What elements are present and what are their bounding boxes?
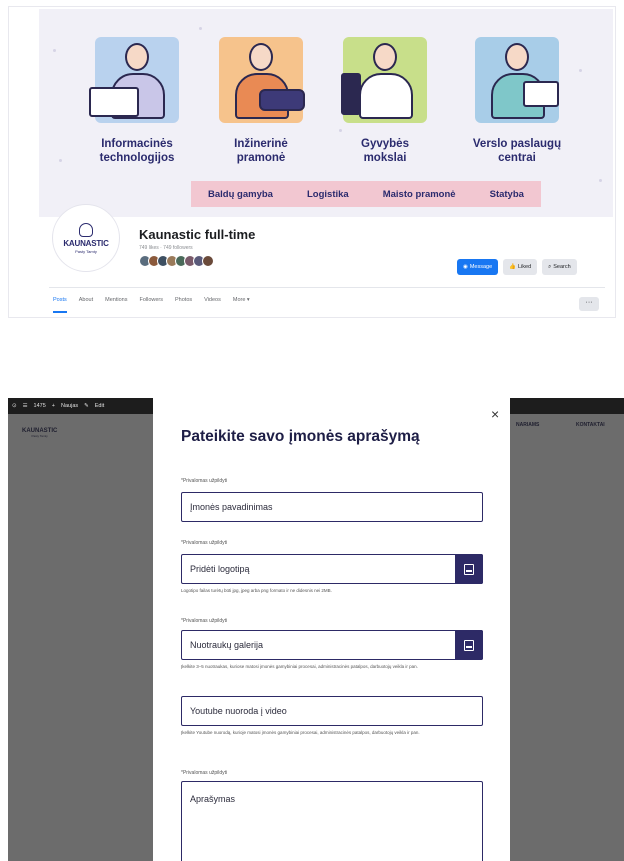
cover-dot [579,69,582,72]
company-name-field[interactable]: Įmonės pavadinimas [181,492,483,522]
category-caption: Informacinės technologijos [99,138,175,164]
illustration-scientist [339,29,431,127]
gallery-hint: Įkelkite 3–5 nuotraukas, kuriose matosi … [181,664,418,669]
ribbon-item: Statyba [489,188,524,200]
messenger-icon: ◉ [463,264,468,270]
message-button[interactable]: ◉ Message [457,259,499,275]
page-avatar[interactable]: KAUNASTIC Pasty Tamty [53,205,119,271]
modal-title: Pateikite savo įmonės aprašymą [181,428,420,445]
tab-followers[interactable]: Followers [139,297,163,313]
more-options-button[interactable]: ··· [579,297,599,311]
wordpress-icon[interactable]: ⊙ [12,403,17,409]
ribbon-item: Maisto pramonė [382,188,456,200]
friend-avatar[interactable] [202,255,214,267]
logo-upload-button[interactable] [455,554,483,584]
ribbon-item: Logistika [306,188,349,200]
search-icon: ⌕ [548,263,552,270]
tab-about[interactable]: About [79,297,93,313]
category-caption: Verslo paslaugų centrai [472,138,562,164]
cover-dot [53,49,56,52]
logo-hint: Logotipo failas turėtų būti jpg, jpeg ar… [181,588,332,593]
friend-avatars[interactable] [139,255,214,267]
required-label: *Privalomas užpildyti [181,770,228,776]
gallery-upload-button[interactable] [455,630,483,660]
required-label: *Privalomas užpildyti [181,618,228,624]
comments-icon[interactable]: ☰ [23,403,28,409]
avatar-logo-sub: Pasty Tamty [75,248,97,254]
search-button[interactable]: ⌕ Search [542,259,577,275]
close-icon[interactable]: × [491,406,499,422]
page-actions: ◉ Message 👍 Liked ⌕ Search [457,259,577,275]
gallery-upload-field[interactable]: Nuotraukų galerija [181,630,483,660]
company-description-modal: × Pateikite savo įmonės aprašymą *Prival… [153,398,510,861]
required-label: *Privalomas užpildyti [181,478,228,484]
divider [49,287,605,288]
youtube-hint: Įkelkite Youtube nuorodą, kurioje matosi… [181,730,420,735]
cover-dot [199,27,202,30]
plus-icon[interactable]: + [52,403,55,409]
industries-ribbon: Baldų gamyba Logistika Maisto pramonė St… [191,181,541,207]
required-label: *Privalomas užpildyti [181,540,228,546]
illustration-support-agent [471,29,563,127]
gallery-upload-placeholder: Nuotraukų galerija [190,640,264,650]
youtube-link-field[interactable]: Youtube nuoroda į video [181,696,483,726]
category-caption: Inžinerinė pramonė [234,138,288,164]
logo-upload-field[interactable]: Pridėti logotipą [181,554,483,584]
cover-dot [339,129,342,132]
page-followers[interactable]: 749 likes · 749 followers [139,245,193,251]
robot-logo-icon [79,222,93,237]
liked-button[interactable]: 👍 Liked [503,259,538,275]
illustration-engineer [215,29,307,127]
nav-contacts[interactable]: KONTAKTAI [576,422,605,428]
tab-photos[interactable]: Photos [175,297,192,313]
new-item-link[interactable]: Naujas [61,403,78,409]
category-caption: Gyvybės mokslai [361,138,409,164]
tab-posts[interactable]: Posts [53,297,67,313]
illustration-it-worker [89,29,183,127]
cover-dot [59,159,62,162]
page-title[interactable]: Kaunastic full-time [139,227,255,242]
facebook-page: Informacinės technologijos Inžinerinė pram… [8,6,616,318]
cover-dot [599,179,602,182]
tab-more[interactable]: More ▾ [233,297,250,313]
avatar-logo-text: KAUNASTIC [63,238,109,248]
edit-icon[interactable]: ✎ [84,403,89,409]
image-upload-icon [464,639,474,651]
thumbs-up-icon: 👍 [509,264,516,270]
ribbon-item: Baldų gamyba [208,188,273,200]
edit-link[interactable]: Edit [95,403,104,409]
image-upload-icon [464,563,474,575]
cover-image: Informacinės technologijos Inžinerinė pram… [39,9,613,217]
logo-upload-placeholder: Pridėti logotipą [190,564,250,574]
tab-videos[interactable]: Videos [204,297,221,313]
comments-count[interactable]: 1475 [34,403,46,409]
site-logo[interactable]: KAUNASTIC Pasty Tamty [22,428,57,438]
nav-members[interactable]: NARIAMS [516,422,539,428]
site-logo-sub: Pasty Tamty [31,434,48,438]
description-textarea[interactable]: Aprašymas [181,781,483,861]
website-backdrop: ⊙ ☰ 1475 + Naujas ✎ Edit KAUNASTIC Pasty… [8,398,624,861]
page-tabs: Posts About Mentions Followers Photos Vi… [53,297,250,313]
tab-mentions[interactable]: Mentions [105,297,127,313]
